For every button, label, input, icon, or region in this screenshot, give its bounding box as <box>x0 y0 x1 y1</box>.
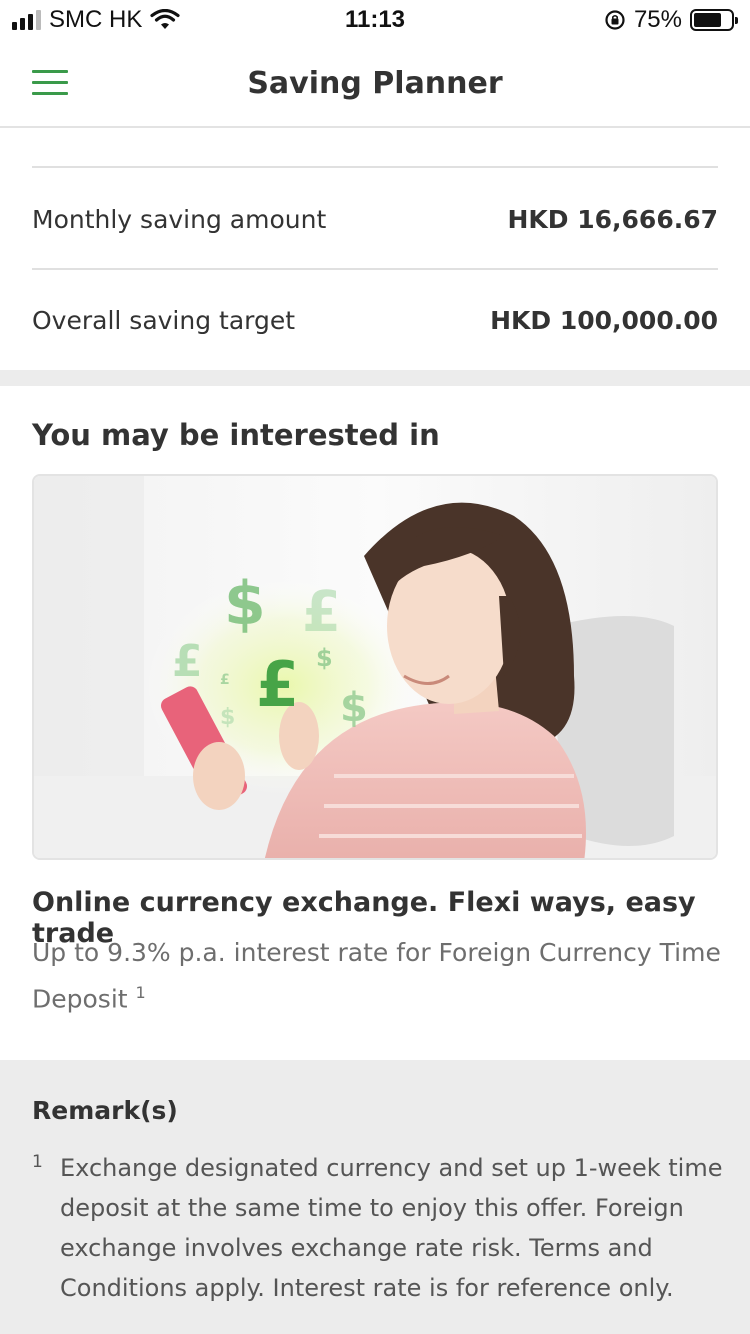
battery-icon <box>690 9 738 31</box>
remark-number: 1 <box>32 1152 43 1172</box>
rotation-lock-icon <box>605 10 625 30</box>
remarks-section: Remark(s) 1 Exchange designated currency… <box>0 1060 750 1334</box>
summary-row-value: HKD 100,000.00 <box>490 305 718 335</box>
image-symbol: $ <box>220 705 235 730</box>
summary-row-monthly: Monthly saving amount HKD 16,666.67 <box>32 170 718 270</box>
image-symbol: £ <box>256 648 299 721</box>
section-divider <box>0 370 750 386</box>
promo-image: $ £ £ £ $ $ £ $ <box>34 476 716 858</box>
image-symbol: £ <box>302 580 341 645</box>
footnote-ref[interactable]: 1 <box>136 983 146 1002</box>
image-symbol: $ <box>340 685 368 731</box>
section-title: You may be interested in <box>32 418 440 452</box>
promo-description-text: Up to 9.3% p.a. interest rate for Foreig… <box>32 938 721 1014</box>
scrolled-row-partial <box>32 128 718 168</box>
remarks-title: Remark(s) <box>32 1096 178 1125</box>
remark-text: Exchange designated currency and set up … <box>60 1154 723 1302</box>
promo-description: Up to 9.3% p.a. interest rate for Foreig… <box>32 933 722 1019</box>
image-symbol: $ <box>224 569 266 639</box>
status-right: 75% <box>604 6 738 34</box>
summary-row-target: Overall saving target HKD 100,000.00 <box>32 270 718 370</box>
summary-row-value: HKD 16,666.67 <box>507 204 718 234</box>
image-symbol: £ <box>220 672 230 688</box>
battery-percent: 75% <box>633 6 682 33</box>
image-symbol: £ <box>172 636 203 687</box>
promo-image-card[interactable]: $ £ £ £ $ $ £ $ <box>32 474 718 860</box>
navigation-bar: Saving Planner <box>0 42 750 128</box>
page-title: Saving Planner <box>247 66 503 101</box>
summary-row-label: Overall saving target <box>32 305 296 335</box>
image-symbol: $ <box>316 644 333 672</box>
summary-row-label: Monthly saving amount <box>32 204 327 234</box>
status-bar: SMC HK 11:13 75% <box>0 0 750 42</box>
